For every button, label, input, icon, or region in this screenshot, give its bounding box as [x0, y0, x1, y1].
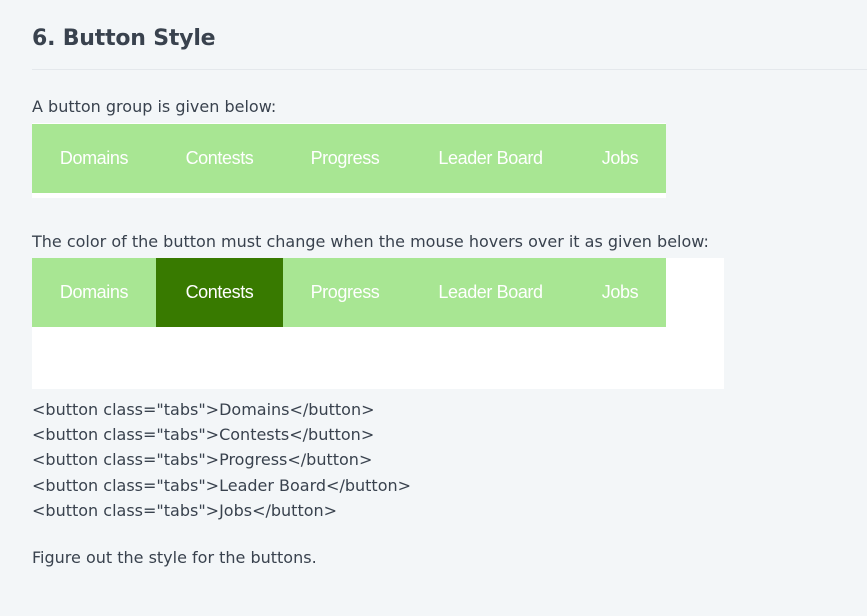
tab-leader-board[interactable]: Leader Board — [407, 124, 574, 193]
button-group-hover-example: Domains Contests Progress Leader Board J… — [32, 258, 724, 389]
code-line: <button class="tabs">Leader Board</butto… — [32, 475, 412, 495]
tab-jobs[interactable]: Jobs — [574, 258, 666, 327]
tab-domains[interactable]: Domains — [32, 258, 156, 327]
tab-progress[interactable]: Progress — [283, 258, 407, 327]
code-line: <button class="tabs">Jobs</button> — [32, 500, 338, 520]
tab-leader-board[interactable]: Leader Board — [407, 258, 574, 327]
tab-group-hover: Domains Contests Progress Leader Board J… — [32, 258, 666, 327]
code-line: <button class="tabs">Contests</button> — [32, 425, 375, 445]
tab-group-normal: Domains Contests Progress Leader Board J… — [32, 124, 666, 193]
tab-progress[interactable]: Progress — [283, 124, 407, 193]
tab-contests[interactable]: Contests — [156, 124, 283, 193]
tab-jobs[interactable]: Jobs — [574, 124, 666, 193]
tab-domains[interactable]: Domains — [32, 124, 156, 193]
code-line: <button class="tabs">Progress</button> — [32, 450, 373, 470]
outro-text: Figure out the style for the buttons. — [32, 548, 317, 567]
code-snippet: <button class="tabs">Domains</button> <b… — [32, 397, 411, 523]
hover-description-text: The color of the button must change when… — [32, 232, 709, 251]
tab-contests-hovered[interactable]: Contests — [156, 258, 283, 327]
heading-divider — [32, 69, 867, 70]
code-line: <button class="tabs">Domains</button> — [32, 400, 375, 419]
intro-text: A button group is given below: — [32, 97, 277, 116]
section-title: 6. Button Style — [32, 26, 216, 51]
button-group-example: Domains Contests Progress Leader Board J… — [32, 123, 666, 198]
